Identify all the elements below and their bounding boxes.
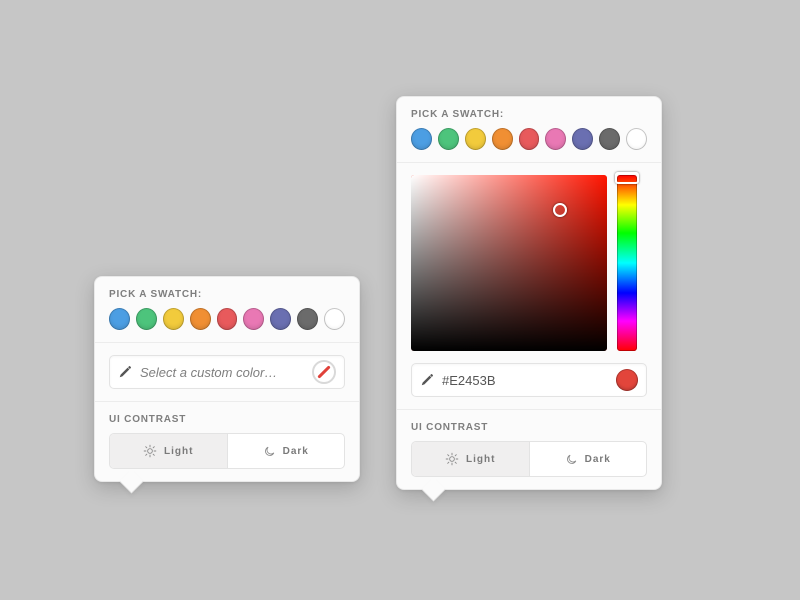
color-preview-icon [616,369,638,391]
saturation-value-area[interactable] [411,175,607,351]
swatch-heading: Pick a swatch: [411,109,647,120]
contrast-heading: UI Contrast [411,422,647,433]
swatch-yellow[interactable] [163,308,184,330]
swatch-green[interactable] [438,128,459,150]
swatch-row [109,308,345,330]
hex-field[interactable]: #E2453B [411,363,647,397]
custom-color-placeholder: Select a custom color… [140,365,312,380]
swatch-orange[interactable] [492,128,513,150]
swatch-red[interactable] [217,308,238,330]
contrast-dark-label: Dark [585,454,611,465]
swatch-blue[interactable] [109,308,130,330]
contrast-light-label: Light [164,446,193,457]
swatch-red[interactable] [519,128,540,150]
swatch-pink[interactable] [243,308,264,330]
moon-icon [263,445,276,458]
no-color-icon[interactable] [312,360,336,384]
swatch-green[interactable] [136,308,157,330]
sun-icon [143,444,157,458]
swatch-heading: Pick a swatch: [109,289,345,300]
pencil-icon [420,373,434,387]
contrast-light-button[interactable]: Light [110,434,227,468]
moon-icon [565,453,578,466]
swatch-row [411,128,647,150]
contrast-light-button[interactable]: Light [412,442,529,476]
sun-icon [445,452,459,466]
hex-value: #E2453B [442,373,616,388]
swatch-purple[interactable] [270,308,291,330]
swatch-yellow[interactable] [465,128,486,150]
swatch-white[interactable] [324,308,345,330]
contrast-segmented: Light Dark [411,441,647,477]
custom-color-field[interactable]: Select a custom color… [109,355,345,389]
contrast-dark-button[interactable]: Dark [227,434,345,468]
swatch-purple[interactable] [572,128,593,150]
swatch-pink[interactable] [545,128,566,150]
swatch-blue[interactable] [411,128,432,150]
swatch-gray[interactable] [599,128,620,150]
contrast-dark-label: Dark [283,446,309,457]
swatch-orange[interactable] [190,308,211,330]
contrast-light-label: Light [466,454,495,465]
contrast-dark-button[interactable]: Dark [529,442,647,476]
sv-cursor[interactable] [553,203,567,217]
contrast-heading: UI Contrast [109,414,345,425]
hue-thumb[interactable] [615,172,639,184]
hue-slider[interactable] [617,175,637,351]
swatch-white[interactable] [626,128,647,150]
color-popover-simple: Pick a swatch: Select a custom color… UI… [94,276,360,482]
contrast-segmented: Light Dark [109,433,345,469]
pencil-icon [118,365,132,379]
swatch-gray[interactable] [297,308,318,330]
color-popover-expanded: Pick a swatch: #E24 [396,96,662,490]
